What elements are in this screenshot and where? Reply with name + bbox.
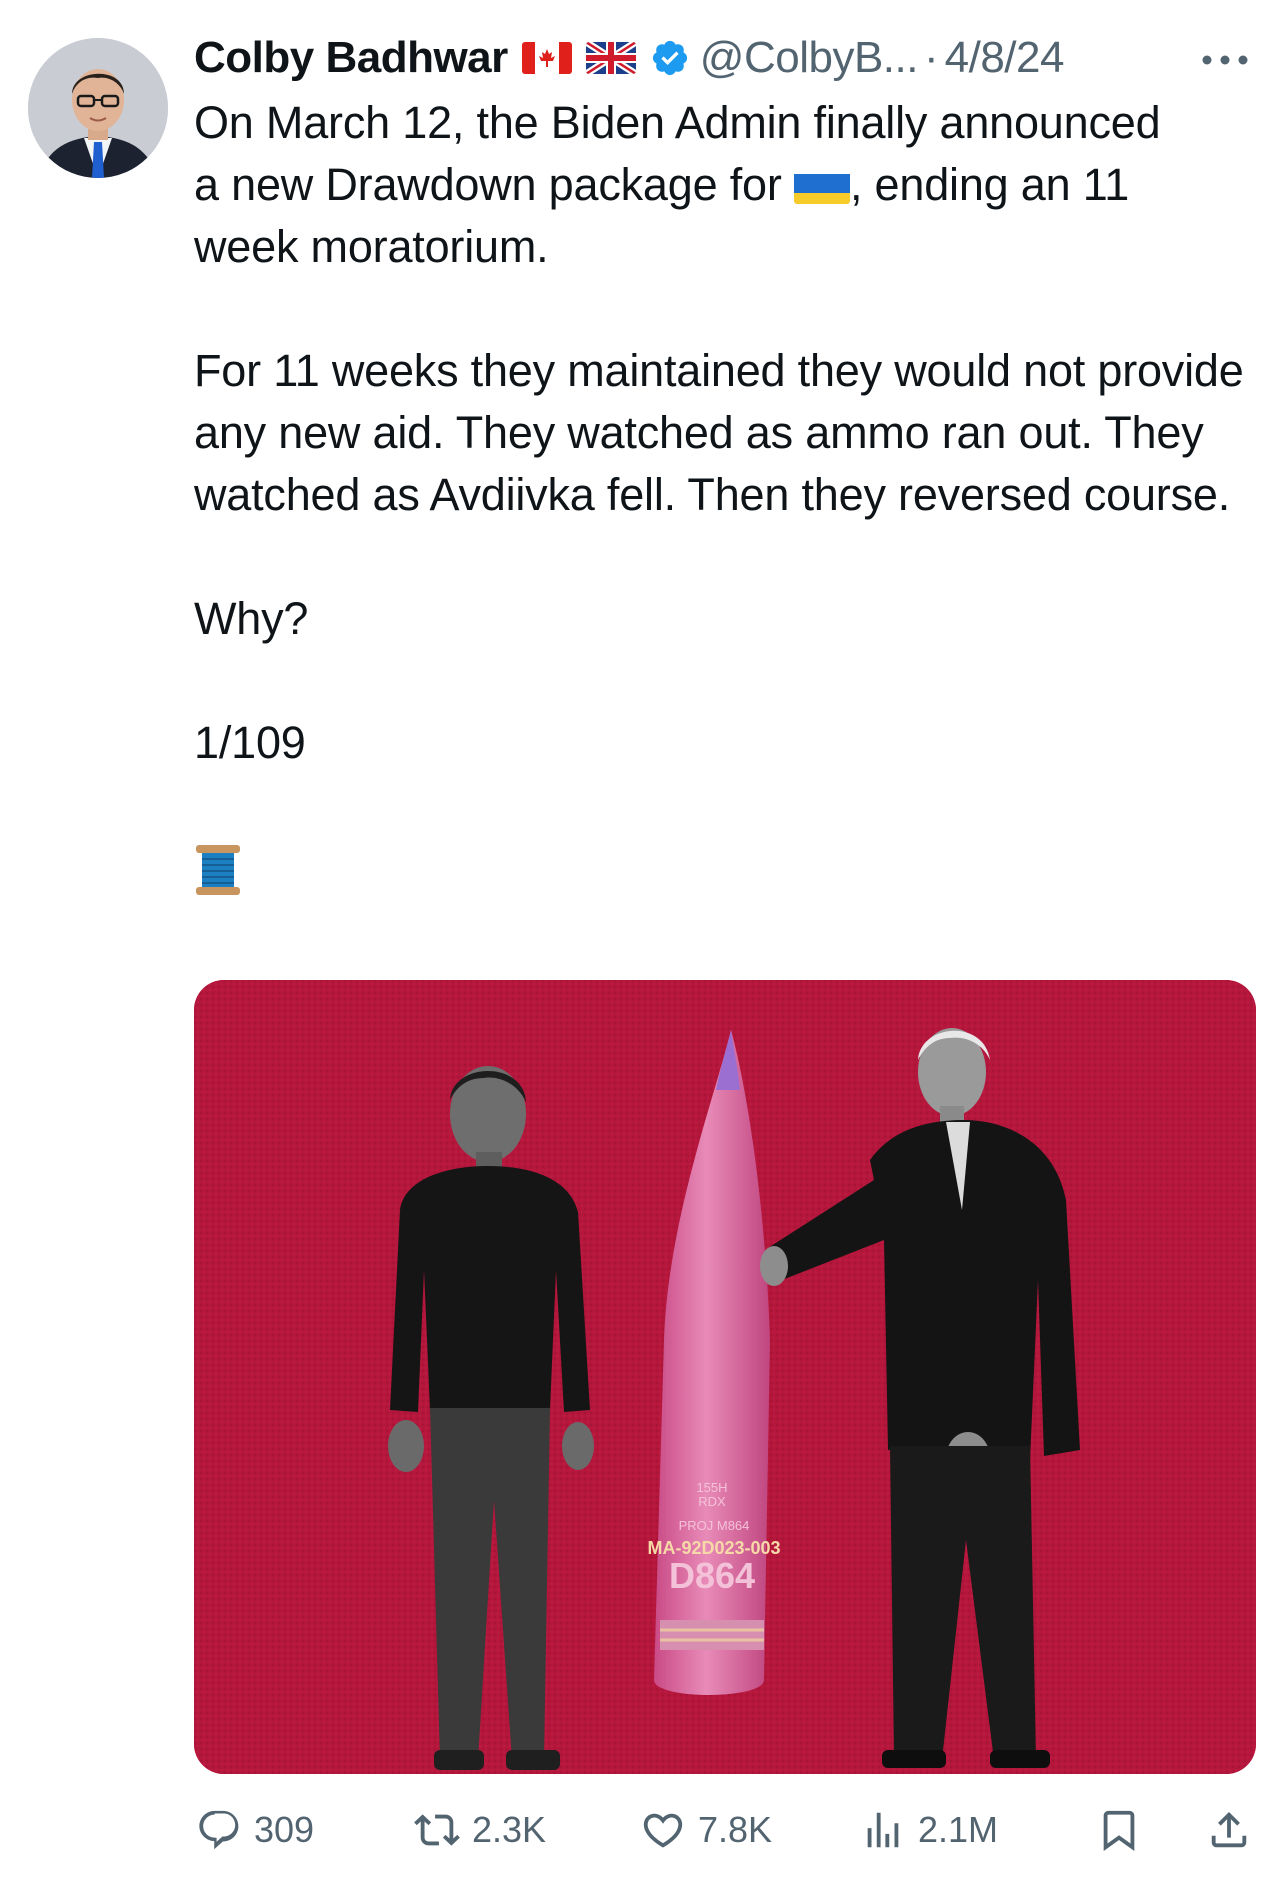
author-name[interactable]: Colby Badhwar: [194, 33, 508, 83]
uk-flag-icon: [585, 42, 636, 74]
repost-button[interactable]: 2.3K: [414, 1800, 546, 1860]
tweet-text: On March 12, the Biden Admin finally ann…: [194, 92, 1264, 901]
views-chart-icon: [867, 1812, 899, 1848]
share-icon: [1211, 1811, 1247, 1848]
repost-count: 2.3K: [472, 1809, 547, 1850]
tweet-media-image[interactable]: 155H RDX PROJ M864 MA-92D023-003 D864: [194, 980, 1256, 1774]
reply-count: 309: [254, 1809, 315, 1850]
tweet-line-2: a new Drawdown package for , ending an 1…: [194, 154, 1264, 216]
tweet-paragraph-2: For 11 weeks they maintained they would …: [194, 345, 1244, 520]
header-separator: ·: [923, 33, 939, 82]
tweet[interactable]: Colby Badhwar @ColbyB... · 4/8/24 On Mar…: [0, 0, 1284, 1884]
shell-marking-1: 155H: [696, 1480, 727, 1495]
shell-marking-5: D864: [669, 1555, 755, 1596]
reply-button[interactable]: 309: [196, 1800, 314, 1860]
views-button[interactable]: 2.1M: [860, 1800, 998, 1860]
shell-marking-2: RDX: [698, 1494, 726, 1509]
tweet-line-3: week moratorium.: [194, 221, 549, 272]
tweet-actions: 309 2.3K 7.8K 2.1M: [194, 1800, 1256, 1860]
tweet-line-1: On March 12, the Biden Admin finally ann…: [194, 97, 1161, 148]
canada-flag-icon: [521, 42, 572, 74]
avatar-photo: [28, 38, 168, 178]
shell-marking-3: PROJ M864: [679, 1518, 750, 1533]
tweet-line-2-end: , ending an 11: [849, 159, 1130, 210]
share-button[interactable]: [1206, 1800, 1252, 1860]
like-count: 7.8K: [698, 1809, 773, 1850]
heart-icon: [643, 1813, 683, 1848]
author-handle[interactable]: @ColbyB...: [700, 33, 919, 83]
tweet-paragraph-3: Why?: [194, 593, 309, 644]
verified-badge-icon[interactable]: [650, 38, 690, 78]
like-button[interactable]: 7.8K: [640, 1800, 772, 1860]
more-options-icon[interactable]: [1198, 44, 1252, 72]
bookmark-icon: [1103, 1810, 1135, 1851]
tweet-header: Colby Badhwar @ColbyB... · 4/8/24: [194, 30, 1264, 86]
avatar[interactable]: [28, 38, 168, 178]
tweet-line-2-start: a new Drawdown package for: [194, 159, 794, 210]
views-count: 2.1M: [918, 1809, 999, 1850]
tweet-date[interactable]: 4/8/24: [945, 33, 1065, 83]
repost-icon: [414, 1814, 460, 1846]
tweet-paragraph-4: 1/109: [194, 717, 306, 768]
ukraine-flag-icon: [793, 166, 850, 204]
tweet-paragraph-5: [194, 836, 1264, 901]
reply-icon: [199, 1810, 239, 1850]
bookmark-button[interactable]: [1096, 1800, 1142, 1860]
media-illustration: 155H RDX PROJ M864 MA-92D023-003 D864: [194, 980, 1256, 1774]
spool-of-thread-icon: [194, 839, 242, 901]
